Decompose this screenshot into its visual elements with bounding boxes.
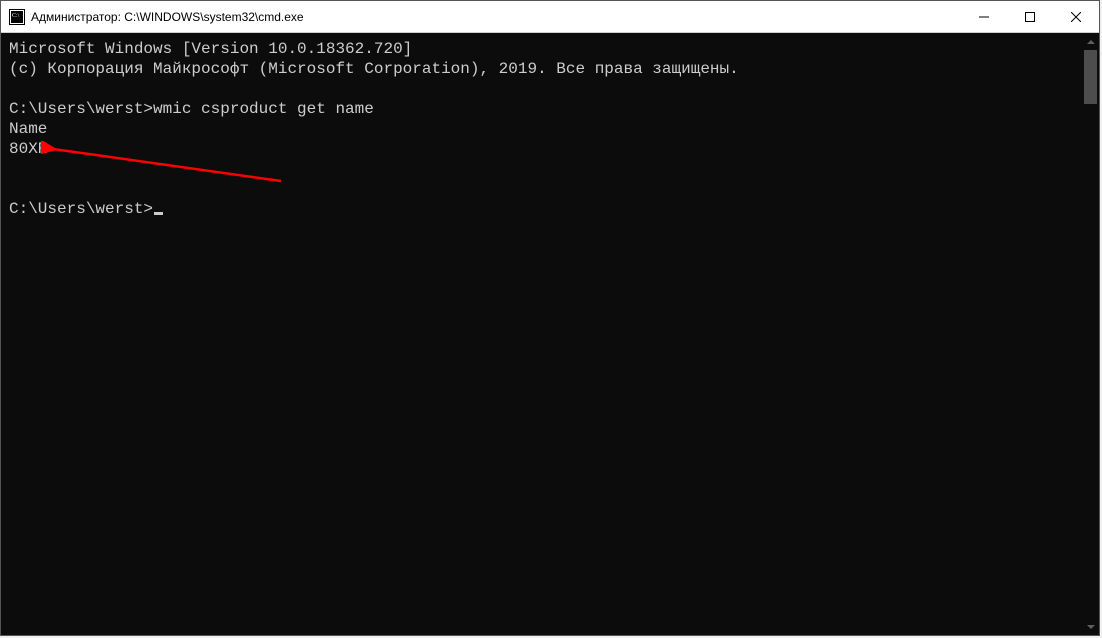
titlebar[interactable]: C:\ Администратор: C:\WINDOWS\system32\c… [1,1,1099,33]
close-button[interactable] [1053,1,1099,33]
maximize-button[interactable] [1007,1,1053,33]
scroll-down-button[interactable] [1082,618,1099,635]
scroll-track[interactable] [1082,50,1099,618]
terminal-client-area: Microsoft Windows [Version 10.0.18362.72… [1,33,1099,635]
minimize-button[interactable] [961,1,1007,33]
terminal-output[interactable]: Microsoft Windows [Version 10.0.18362.72… [1,33,1081,635]
window-title: Администратор: C:\WINDOWS\system32\cmd.e… [31,10,304,24]
terminal-line: C:\Users\werst> [9,199,1073,219]
terminal-line [9,179,1073,199]
terminal-line: 80XR [9,139,1073,159]
terminal-line: Name [9,119,1073,139]
scroll-thumb[interactable] [1084,50,1097,104]
cursor [154,212,163,215]
cmd-window: C:\ Администратор: C:\WINDOWS\system32\c… [0,0,1100,636]
svg-text:C:\: C:\ [12,13,20,19]
terminal-line: Microsoft Windows [Version 10.0.18362.72… [9,39,1073,59]
vertical-scrollbar[interactable] [1082,33,1099,635]
cmd-icon: C:\ [9,9,25,25]
terminal-line [9,79,1073,99]
terminal-line: C:\Users\werst>wmic csproduct get name [9,99,1073,119]
terminal-line: (c) Корпорация Майкрософт (Microsoft Cor… [9,59,1073,79]
terminal-line [9,159,1073,179]
scroll-up-button[interactable] [1082,33,1099,50]
